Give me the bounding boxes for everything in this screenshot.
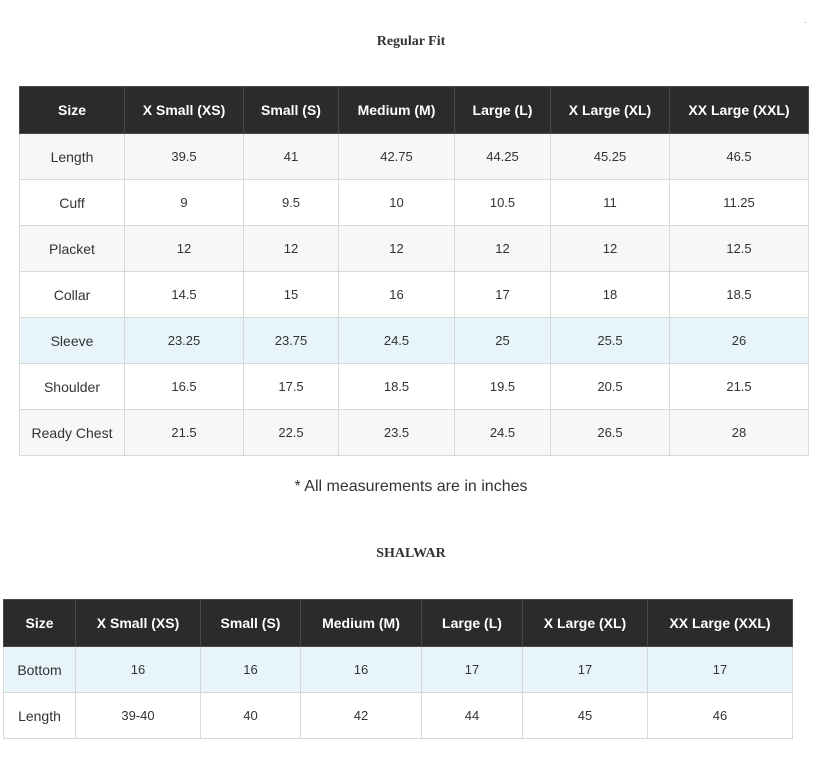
header-xl: X Large (XL) — [522, 599, 648, 647]
table-cell: 44 — [421, 692, 523, 739]
table-cell: 39-40 — [75, 692, 201, 739]
regular-fit-size-table: Size X Small (XS) Small (S) Medium (M) L… — [19, 86, 809, 456]
table-cell: 40 — [200, 692, 301, 739]
table-cell: 45.25 — [550, 133, 670, 180]
row-label: Bottom — [3, 646, 76, 693]
table-cell: 26 — [669, 317, 809, 364]
table-cell: 18 — [550, 271, 670, 318]
table-cell: 46.5 — [669, 133, 809, 180]
table-cell: 24.5 — [338, 317, 455, 364]
shalwar-title: SHALWAR — [376, 546, 446, 561]
table-row: Cuff 9 9.5 10 10.5 11 11.25 — [19, 179, 809, 226]
header-size: Size — [3, 599, 76, 647]
table-cell: 41 — [243, 133, 339, 180]
table-cell: 17 — [647, 646, 793, 693]
table-cell: 16 — [200, 646, 301, 693]
table-cell: 19.5 — [454, 363, 551, 410]
table-cell: 24.5 — [454, 409, 551, 456]
table-row-highlighted: Sleeve 23.25 23.75 24.5 25 25.5 26 — [19, 317, 809, 364]
header-xxl: XX Large (XXL) — [669, 86, 809, 134]
row-label: Length — [19, 133, 125, 180]
table-row: Collar 14.5 15 16 17 18 18.5 — [19, 271, 809, 318]
header-s: Small (S) — [243, 86, 339, 134]
table-cell: 17.5 — [243, 363, 339, 410]
table-row: Placket 12 12 12 12 12 12.5 — [19, 225, 809, 272]
table-cell: 46 — [647, 692, 793, 739]
table-cell: 14.5 — [124, 271, 244, 318]
header-xxl: XX Large (XXL) — [647, 599, 793, 647]
table-cell: 9 — [124, 179, 244, 226]
table-cell: 45 — [522, 692, 648, 739]
table-header-row: Size X Small (XS) Small (S) Medium (M) L… — [19, 86, 809, 134]
table-cell: 16.5 — [124, 363, 244, 410]
row-label: Collar — [19, 271, 125, 318]
table-cell: 12 — [124, 225, 244, 272]
table-cell: 39.5 — [124, 133, 244, 180]
table-cell: 26.5 — [550, 409, 670, 456]
table-cell: 23.25 — [124, 317, 244, 364]
header-xl: X Large (XL) — [550, 86, 670, 134]
header-xs: X Small (XS) — [75, 599, 201, 647]
header-m: Medium (M) — [338, 86, 455, 134]
table-cell: 16 — [75, 646, 201, 693]
table-cell: 17 — [421, 646, 523, 693]
row-label: Placket — [19, 225, 125, 272]
table-row-highlighted: Bottom 16 16 16 17 17 17 — [3, 646, 793, 693]
table-cell: 12 — [338, 225, 455, 272]
table-cell: 11 — [550, 179, 670, 226]
table-cell: 23.5 — [338, 409, 455, 456]
table-cell: 18.5 — [669, 271, 809, 318]
header-size: Size — [19, 86, 125, 134]
row-label: Sleeve — [19, 317, 125, 364]
table-cell: 9.5 — [243, 179, 339, 226]
measurement-note: * All measurements are in inches — [294, 478, 528, 495]
regular-fit-title: Regular Fit — [376, 34, 446, 49]
header-l: Large (L) — [421, 599, 523, 647]
table-cell: 42.75 — [338, 133, 455, 180]
shalwar-size-table: Size X Small (XS) Small (S) Medium (M) L… — [3, 599, 793, 739]
header-m: Medium (M) — [300, 599, 422, 647]
table-cell: 22.5 — [243, 409, 339, 456]
table-cell: 10.5 — [454, 179, 551, 226]
table-cell: 28 — [669, 409, 809, 456]
table-header-row: Size X Small (XS) Small (S) Medium (M) L… — [3, 599, 793, 647]
table-cell: 21.5 — [124, 409, 244, 456]
table-cell: 25.5 — [550, 317, 670, 364]
table-cell: 44.25 — [454, 133, 551, 180]
table-row: Shoulder 16.5 17.5 18.5 19.5 20.5 21.5 — [19, 363, 809, 410]
header-l: Large (L) — [454, 86, 551, 134]
table-cell: 42 — [300, 692, 422, 739]
table-row: Length 39.5 41 42.75 44.25 45.25 46.5 — [19, 133, 809, 180]
table-cell: 18.5 — [338, 363, 455, 410]
table-cell: 11.25 — [669, 179, 809, 226]
table-cell: 20.5 — [550, 363, 670, 410]
table-cell: 16 — [300, 646, 422, 693]
table-cell: 25 — [454, 317, 551, 364]
table-cell: 12 — [243, 225, 339, 272]
table-cell: 17 — [522, 646, 648, 693]
table-row: Length 39-40 40 42 44 45 46 — [3, 692, 793, 739]
table-cell: 17 — [454, 271, 551, 318]
decorative-dot — [805, 22, 806, 23]
table-row: Ready Chest 21.5 22.5 23.5 24.5 26.5 28 — [19, 409, 809, 456]
row-label: Cuff — [19, 179, 125, 226]
table-cell: 21.5 — [669, 363, 809, 410]
table-cell: 16 — [338, 271, 455, 318]
table-cell: 12 — [454, 225, 551, 272]
table-cell: 10 — [338, 179, 455, 226]
row-label: Shoulder — [19, 363, 125, 410]
table-cell: 12.5 — [669, 225, 809, 272]
table-cell: 15 — [243, 271, 339, 318]
row-label: Ready Chest — [19, 409, 125, 456]
header-s: Small (S) — [200, 599, 301, 647]
row-label: Length — [3, 692, 76, 739]
table-cell: 23.75 — [243, 317, 339, 364]
table-cell: 12 — [550, 225, 670, 272]
header-xs: X Small (XS) — [124, 86, 244, 134]
